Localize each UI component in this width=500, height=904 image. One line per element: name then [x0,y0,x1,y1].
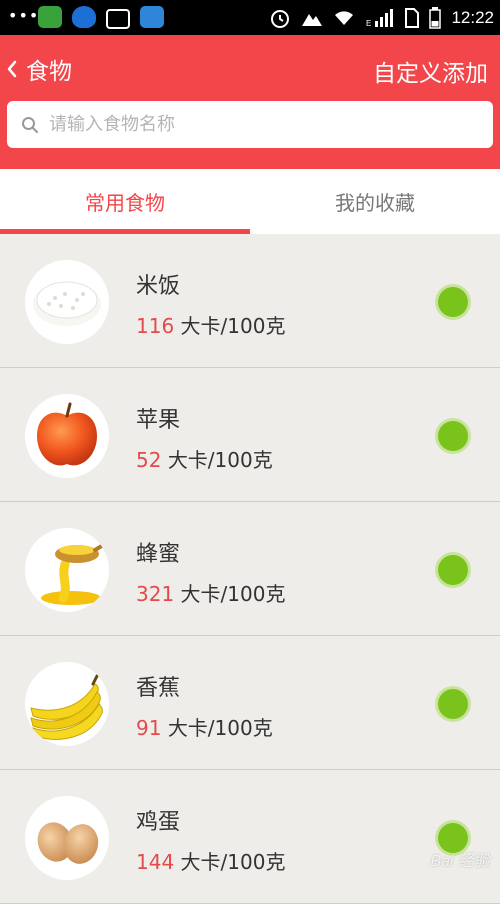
add-indicator-dot[interactable] [438,287,468,317]
food-calories: 321 大卡/100克 [136,578,285,607]
add-indicator-dot[interactable] [438,689,468,719]
banana-icon [25,662,109,746]
sim-icon [405,7,420,28]
food-item-egg[interactable]: 鸡蛋 144 大卡/100克 [0,770,500,904]
food-item-apple[interactable]: 苹果 52 大卡/100克 [0,368,500,502]
more-notifications-icon: ••• [8,6,40,25]
watermark: Bai 经验 [430,853,490,870]
calorie-value: 321 [136,582,175,606]
tab-my-favorites[interactable]: 我的收藏 [250,169,500,234]
calorie-unit: 大卡/100克 [180,314,286,338]
search-box[interactable] [7,101,493,148]
wifi-icon [335,10,354,25]
custom-add-button[interactable]: 自定义添加 [373,54,488,88]
egg-icon [25,796,109,880]
header: 食物 自定义添加 [0,35,500,169]
food-name: 香蕉 [136,676,181,701]
network-type: E [366,19,371,28]
food-calories: 52 大卡/100克 [136,444,273,473]
apple-icon [25,394,109,478]
mountain-icon [302,13,323,26]
back-button[interactable]: 食物 [6,52,72,86]
calorie-value: 144 [136,850,175,874]
food-name: 鸡蛋 [136,810,181,835]
honey-icon [25,528,109,612]
add-indicator-dot[interactable] [438,555,468,585]
food-name: 米饭 [136,274,181,299]
screenshot-icon [106,9,130,29]
add-indicator-dot[interactable] [438,421,468,451]
calorie-value: 116 [136,314,175,338]
alarm-icon [271,9,290,28]
calorie-unit: 大卡/100克 [167,716,273,740]
food-item-rice[interactable]: 米饭 116 大卡/100克 [0,234,500,368]
signal-icon: E [366,8,394,28]
food-item-honey[interactable]: 蜂蜜 321 大卡/100克 [0,502,500,636]
calorie-unit: 大卡/100克 [180,582,286,606]
search-icon [22,116,38,133]
food-name: 蜂蜜 [136,542,181,567]
status-bar: ••• E 12:22 [0,0,500,35]
tab-bar: 常用食物 我的收藏 [0,169,500,234]
food-calories: 91 大卡/100克 [136,712,273,741]
food-name: 苹果 [136,408,181,433]
calorie-unit: 大卡/100克 [167,448,273,472]
page-title: 食物 [26,59,72,85]
food-calories: 144 大卡/100克 [136,846,285,875]
search-input[interactable] [47,113,471,136]
rice-icon [25,260,109,344]
tab-common-foods[interactable]: 常用食物 [0,169,250,234]
food-item-banana[interactable]: 香蕉 91 大卡/100克 [0,636,500,770]
food-calories: 116 大卡/100克 [136,310,285,339]
clock: 12:22 [451,7,494,27]
calorie-unit: 大卡/100克 [180,850,286,874]
food-list: 米饭 116 大卡/100克 苹果 52 大卡/100克 蜂蜜 321 大卡/1… [0,234,500,904]
chevron-left-icon [7,60,17,78]
weather-icon [140,6,164,28]
qq-icon [72,6,96,28]
app-notification-icon [38,6,62,28]
calorie-value: 52 [136,448,162,472]
battery-icon [429,6,442,29]
calorie-value: 91 [136,716,162,740]
